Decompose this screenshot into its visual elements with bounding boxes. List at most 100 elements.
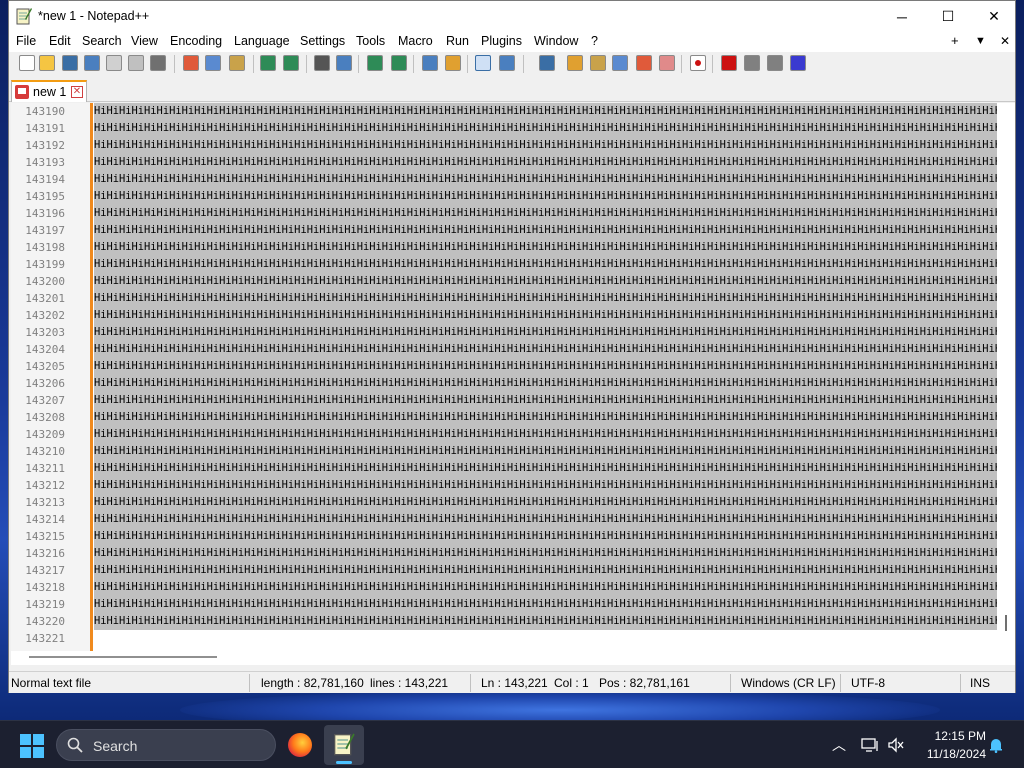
close-button[interactable]: ✕ (971, 1, 1017, 32)
text-line[interactable]: HiHiHiHiHiHiHiHiHiHiHiHiHiHiHiHiHiHiHiHi… (94, 613, 997, 630)
menu-edit[interactable]: Edit (49, 34, 71, 48)
word-wrap-icon[interactable] (475, 55, 491, 71)
new-file-icon[interactable] (19, 55, 35, 71)
sync-horizontal-icon[interactable] (445, 55, 461, 71)
udl-icon[interactable] (567, 55, 583, 71)
editor-area[interactable]: 143190 143191 143192 143193 143194 143195 1431… (11, 103, 1015, 651)
text-line[interactable]: HiHiHiHiHiHiHiHiHiHiHiHiHiHiHiHiHiHiHiHi… (94, 443, 997, 460)
text-line[interactable]: HiHiHiHiHiHiHiHiHiHiHiHiHiHiHiHiHiHiHiHi… (94, 511, 997, 528)
text-line[interactable]: HiHiHiHiHiHiHiHiHiHiHiHiHiHiHiHiHiHiHiHi… (94, 256, 997, 273)
text-line[interactable]: HiHiHiHiHiHiHiHiHiHiHiHiHiHiHiHiHiHiHiHi… (94, 596, 997, 613)
monitoring-icon[interactable] (659, 55, 675, 71)
show-hidden-icons-chevron-icon[interactable]: ︿ (832, 735, 846, 755)
cut-icon[interactable] (183, 55, 199, 71)
network-icon[interactable] (861, 737, 879, 753)
status-eol[interactable]: Windows (CR LF) (741, 676, 836, 690)
text-line[interactable]: HiHiHiHiHiHiHiHiHiHiHiHiHiHiHiHiHiHiHiHi… (94, 545, 997, 562)
copy-icon[interactable] (205, 55, 221, 71)
open-file-icon[interactable] (39, 55, 55, 71)
text-line[interactable]: HiHiHiHiHiHiHiHiHiHiHiHiHiHiHiHiHiHiHiHi… (94, 494, 997, 511)
text-content[interactable]: HiHiHiHiHiHiHiHiHiHiHiHiHiHiHiHiHiHiHiHi… (94, 103, 997, 651)
text-line[interactable]: HiHiHiHiHiHiHiHiHiHiHiHiHiHiHiHiHiHiHiHi… (94, 290, 997, 307)
text-line[interactable]: HiHiHiHiHiHiHiHiHiHiHiHiHiHiHiHiHiHiHiHi… (94, 273, 997, 290)
text-line[interactable]: HiHiHiHiHiHiHiHiHiHiHiHiHiHiHiHiHiHiHiHi… (94, 103, 997, 120)
menu-tools[interactable]: Tools (356, 34, 385, 48)
redo-icon[interactable] (283, 55, 299, 71)
menu-plugins[interactable]: Plugins (481, 34, 522, 48)
indent-guide-icon[interactable] (539, 55, 555, 71)
find-icon[interactable] (314, 55, 330, 71)
status-insert-mode[interactable]: INS (970, 676, 990, 690)
text-line[interactable]: HiHiHiHiHiHiHiHiHiHiHiHiHiHiHiHiHiHiHiHi… (94, 562, 997, 579)
menu-settings[interactable]: Settings (300, 34, 345, 48)
text-line[interactable]: HiHiHiHiHiHiHiHiHiHiHiHiHiHiHiHiHiHiHiHi… (94, 375, 997, 392)
status-encoding[interactable]: UTF-8 (851, 676, 885, 690)
close-doc-icon[interactable]: ✕ (1000, 34, 1010, 48)
print-icon[interactable] (150, 55, 166, 71)
clock-date[interactable]: 11/18/2024 (906, 747, 986, 761)
text-line[interactable]: HiHiHiHiHiHiHiHiHiHiHiHiHiHiHiHiHiHiHiHi… (94, 222, 997, 239)
menu-window[interactable]: Window (534, 34, 578, 48)
paste-icon[interactable] (229, 55, 245, 71)
replace-icon[interactable] (336, 55, 352, 71)
stop-macro-icon[interactable] (721, 55, 737, 71)
text-line[interactable]: HiHiHiHiHiHiHiHiHiHiHiHiHiHiHiHiHiHiHiHi… (94, 341, 997, 358)
close-icon[interactable] (106, 55, 122, 71)
firefox-icon[interactable] (288, 733, 312, 757)
notepadpp-taskbar-button[interactable] (324, 725, 364, 765)
text-line[interactable]: HiHiHiHiHiHiHiHiHiHiHiHiHiHiHiHiHiHiHiHi… (94, 239, 997, 256)
text-line[interactable]: HiHiHiHiHiHiHiHiHiHiHiHiHiHiHiHiHiHiHiHi… (94, 154, 997, 171)
volume-muted-icon[interactable] (887, 737, 905, 753)
minimize-button[interactable]: ─ (879, 1, 925, 32)
text-line[interactable]: HiHiHiHiHiHiHiHiHiHiHiHiHiHiHiHiHiHiHiHi… (94, 477, 997, 494)
folder-workspace-icon[interactable] (636, 55, 652, 71)
horizontal-scroll-thumb[interactable] (29, 656, 217, 658)
vertical-scroll-thumb[interactable] (1005, 615, 1007, 631)
menu-run[interactable]: Run (446, 34, 469, 48)
text-line[interactable]: HiHiHiHiHiHiHiHiHiHiHiHiHiHiHiHiHiHiHiHi… (94, 579, 997, 596)
start-button[interactable] (20, 734, 44, 758)
title-bar[interactable]: *new 1 - Notepad++ ─ ☐ ✕ (9, 1, 1015, 32)
text-line[interactable]: HiHiHiHiHiHiHiHiHiHiHiHiHiHiHiHiHiHiHiHi… (94, 528, 997, 545)
undo-icon[interactable] (260, 55, 276, 71)
clock-time[interactable]: 12:15 PM (920, 729, 986, 743)
vertical-scrollbar[interactable] (997, 103, 1015, 651)
text-line[interactable]: HiHiHiHiHiHiHiHiHiHiHiHiHiHiHiHiHiHiHiHi… (94, 307, 997, 324)
text-line[interactable]: HiHiHiHiHiHiHiHiHiHiHiHiHiHiHiHiHiHiHiHi… (94, 409, 997, 426)
function-list-icon[interactable] (612, 55, 628, 71)
play-macro-icon[interactable] (744, 55, 760, 71)
text-line[interactable]: HiHiHiHiHiHiHiHiHiHiHiHiHiHiHiHiHiHiHiHi… (94, 188, 997, 205)
zoom-in-icon[interactable] (367, 55, 383, 71)
notification-bell-icon[interactable] (988, 737, 1004, 753)
text-line[interactable]: HiHiHiHiHiHiHiHiHiHiHiHiHiHiHiHiHiHiHiHi… (94, 171, 997, 188)
close-all-icon[interactable] (128, 55, 144, 71)
record-macro-icon[interactable] (690, 55, 706, 71)
save-macro-icon[interactable] (790, 55, 806, 71)
zoom-out-icon[interactable] (391, 55, 407, 71)
menu-search[interactable]: Search (82, 34, 122, 48)
save-icon[interactable] (62, 55, 78, 71)
menu-encoding[interactable]: Encoding (170, 34, 222, 48)
maximize-button[interactable]: ☐ (925, 1, 971, 32)
add-tab-icon[interactable]: + (951, 33, 959, 48)
menu-view[interactable]: View (131, 34, 158, 48)
tab-list-dropdown-icon[interactable]: ▼ (975, 35, 986, 47)
menu-file[interactable]: File (16, 34, 36, 48)
save-all-icon[interactable] (84, 55, 100, 71)
doc-map-icon[interactable] (590, 55, 606, 71)
text-line[interactable]: HiHiHiHiHiHiHiHiHiHiHiHiHiHiHiHiHiHiHiHi… (94, 426, 997, 443)
text-line[interactable]: HiHiHiHiHiHiHiHiHiHiHiHiHiHiHiHiHiHiHiHi… (94, 460, 997, 477)
show-all-chars-icon[interactable] (499, 55, 515, 71)
text-line[interactable]: HiHiHiHiHiHiHiHiHiHiHiHiHiHiHiHiHiHiHiHi… (94, 324, 997, 341)
text-line[interactable]: HiHiHiHiHiHiHiHiHiHiHiHiHiHiHiHiHiHiHiHi… (94, 120, 997, 137)
text-line[interactable] (94, 630, 997, 647)
run-macro-multiple-icon[interactable] (767, 55, 783, 71)
tab-close-icon[interactable]: ✕ (71, 86, 83, 98)
tab-new-1[interactable]: new 1 ✕ (11, 80, 87, 102)
taskbar-search[interactable]: Search (56, 729, 276, 761)
horizontal-scrollbar[interactable] (11, 651, 1015, 665)
text-line[interactable]: HiHiHiHiHiHiHiHiHiHiHiHiHiHiHiHiHiHiHiHi… (94, 392, 997, 409)
text-line[interactable]: HiHiHiHiHiHiHiHiHiHiHiHiHiHiHiHiHiHiHiHi… (94, 358, 997, 375)
text-line[interactable]: HiHiHiHiHiHiHiHiHiHiHiHiHiHiHiHiHiHiHiHi… (94, 205, 997, 222)
text-line[interactable]: HiHiHiHiHiHiHiHiHiHiHiHiHiHiHiHiHiHiHiHi… (94, 137, 997, 154)
